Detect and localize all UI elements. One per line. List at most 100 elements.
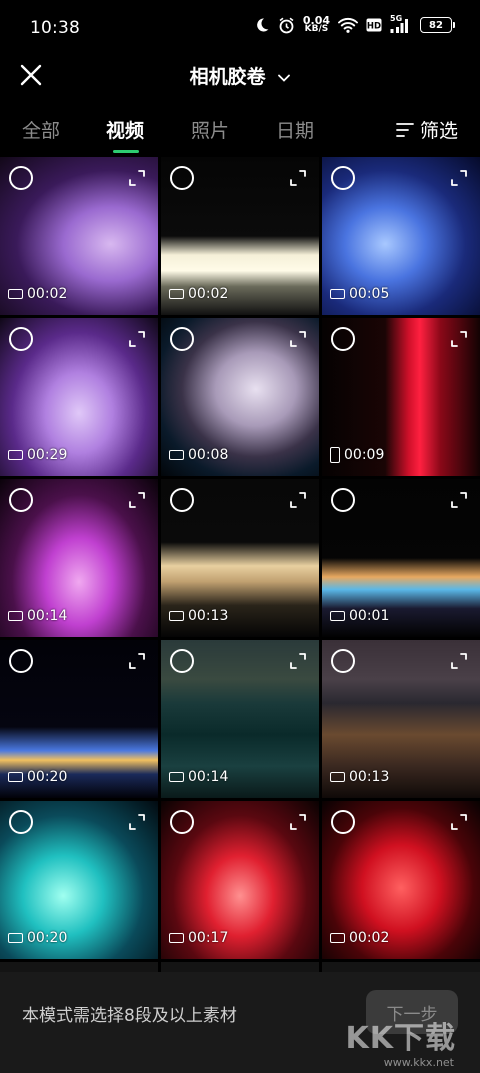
expand-icon[interactable] <box>450 813 468 831</box>
status-icons: 0.04 KB/S HD 5G 82 <box>254 14 455 34</box>
expand-icon[interactable] <box>450 330 468 348</box>
battery-indicator: 82 <box>420 17 455 33</box>
duration-text: 00:13 <box>349 769 390 785</box>
select-circle[interactable] <box>331 649 355 673</box>
duration-text: 00:08 <box>188 447 229 463</box>
select-circle[interactable] <box>9 166 33 190</box>
duration-text: 00:02 <box>27 286 68 302</box>
tab-videos[interactable]: 视频 <box>106 116 144 143</box>
video-duration: 00:08 <box>169 447 228 463</box>
select-circle[interactable] <box>170 649 194 673</box>
duration-text: 00:20 <box>27 769 68 785</box>
media-tabs: 全部 视频 照片 日期 筛选 <box>0 112 480 156</box>
video-thumbnail[interactable]: 00:01 <box>322 479 480 637</box>
moon-icon <box>256 18 269 32</box>
video-frame-icon <box>330 933 345 943</box>
duration-text: 00:20 <box>27 930 68 946</box>
select-circle[interactable] <box>331 488 355 512</box>
video-duration: 00:20 <box>8 769 67 785</box>
select-circle[interactable] <box>9 488 33 512</box>
video-duration: 00:02 <box>330 930 389 946</box>
video-duration: 00:20 <box>8 930 67 946</box>
chevron-down-icon <box>278 74 291 82</box>
select-circle[interactable] <box>170 488 194 512</box>
video-thumbnail[interactable]: 00:20 <box>0 640 158 798</box>
video-thumbnail-partial[interactable] <box>322 962 480 972</box>
active-tab-indicator <box>113 150 139 153</box>
select-circle[interactable] <box>9 327 33 351</box>
top-bar: 相机胶卷 <box>0 56 480 96</box>
wifi-icon <box>338 18 358 33</box>
expand-icon[interactable] <box>128 330 146 348</box>
video-thumbnail[interactable]: 00:09 <box>322 318 480 476</box>
duration-text: 00:02 <box>349 930 390 946</box>
video-thumbnail-partial[interactable] <box>161 962 319 972</box>
video-duration: 00:14 <box>8 608 67 624</box>
select-circle[interactable] <box>170 327 194 351</box>
duration-text: 00:09 <box>344 447 385 463</box>
speed-unit: KB/S <box>304 24 329 34</box>
expand-icon[interactable] <box>289 652 307 670</box>
video-thumbnail[interactable]: 00:02 <box>0 157 158 315</box>
video-thumbnail-partial[interactable] <box>0 962 158 972</box>
video-duration: 00:13 <box>330 769 389 785</box>
select-circle[interactable] <box>170 166 194 190</box>
video-thumbnail[interactable]: 00:14 <box>0 479 158 637</box>
video-frame-icon <box>330 447 340 463</box>
hd-icon: HD <box>366 18 382 32</box>
video-duration: 00:02 <box>169 286 228 302</box>
select-circle[interactable] <box>9 810 33 834</box>
next-step-button[interactable]: 下一步 <box>366 990 458 1034</box>
video-thumbnail[interactable]: 00:13 <box>322 640 480 798</box>
expand-icon[interactable] <box>128 652 146 670</box>
select-circle[interactable] <box>331 327 355 351</box>
video-thumbnail[interactable]: 00:14 <box>161 640 319 798</box>
video-thumbnail[interactable]: 00:02 <box>322 801 480 959</box>
bottom-bar: 本模式需选择8段及以上素材 下一步 KK下载 www.kkx.net <box>0 972 480 1073</box>
video-thumbnail[interactable]: 00:29 <box>0 318 158 476</box>
video-duration: 00:14 <box>169 769 228 785</box>
filter-button[interactable]: 筛选 <box>396 116 458 143</box>
video-frame-icon <box>330 611 345 621</box>
tab-photos[interactable]: 照片 <box>191 116 229 143</box>
expand-icon[interactable] <box>289 330 307 348</box>
tab-date[interactable]: 日期 <box>276 116 314 143</box>
expand-icon[interactable] <box>289 491 307 509</box>
video-thumbnail[interactable]: 00:02 <box>161 157 319 315</box>
video-frame-icon <box>169 772 184 782</box>
album-selector[interactable]: 相机胶卷 <box>0 62 480 89</box>
expand-icon[interactable] <box>128 491 146 509</box>
duration-text: 00:01 <box>349 608 390 624</box>
video-duration: 00:02 <box>8 286 67 302</box>
filter-label: 筛选 <box>419 120 458 142</box>
select-circle[interactable] <box>9 649 33 673</box>
expand-icon[interactable] <box>128 813 146 831</box>
tab-all[interactable]: 全部 <box>22 116 60 143</box>
expand-icon[interactable] <box>289 169 307 187</box>
status-time: 10:38 <box>30 18 80 38</box>
video-frame-icon <box>8 933 23 943</box>
video-frame-icon <box>330 772 345 782</box>
video-grid: 00:02 00:02 00:05 00:29 00:08 00:09 00:14 00:13… <box>0 157 480 972</box>
video-thumbnail[interactable]: 00:17 <box>161 801 319 959</box>
select-circle[interactable] <box>331 166 355 190</box>
video-thumbnail[interactable]: 00:08 <box>161 318 319 476</box>
video-duration: 00:09 <box>330 447 384 463</box>
expand-icon[interactable] <box>289 813 307 831</box>
video-duration: 00:01 <box>330 608 389 624</box>
duration-text: 00:14 <box>27 608 68 624</box>
video-frame-icon <box>8 289 23 299</box>
expand-icon[interactable] <box>450 169 468 187</box>
select-circle[interactable] <box>170 810 194 834</box>
signal-icon <box>390 19 408 33</box>
video-duration: 00:17 <box>169 930 228 946</box>
expand-icon[interactable] <box>450 652 468 670</box>
expand-icon[interactable] <box>450 491 468 509</box>
album-title: 相机胶卷 <box>189 66 266 88</box>
expand-icon[interactable] <box>128 169 146 187</box>
network-speed: 0.04 KB/S <box>303 15 330 34</box>
video-thumbnail[interactable]: 00:05 <box>322 157 480 315</box>
video-thumbnail[interactable]: 00:20 <box>0 801 158 959</box>
select-circle[interactable] <box>331 810 355 834</box>
video-thumbnail[interactable]: 00:13 <box>161 479 319 637</box>
